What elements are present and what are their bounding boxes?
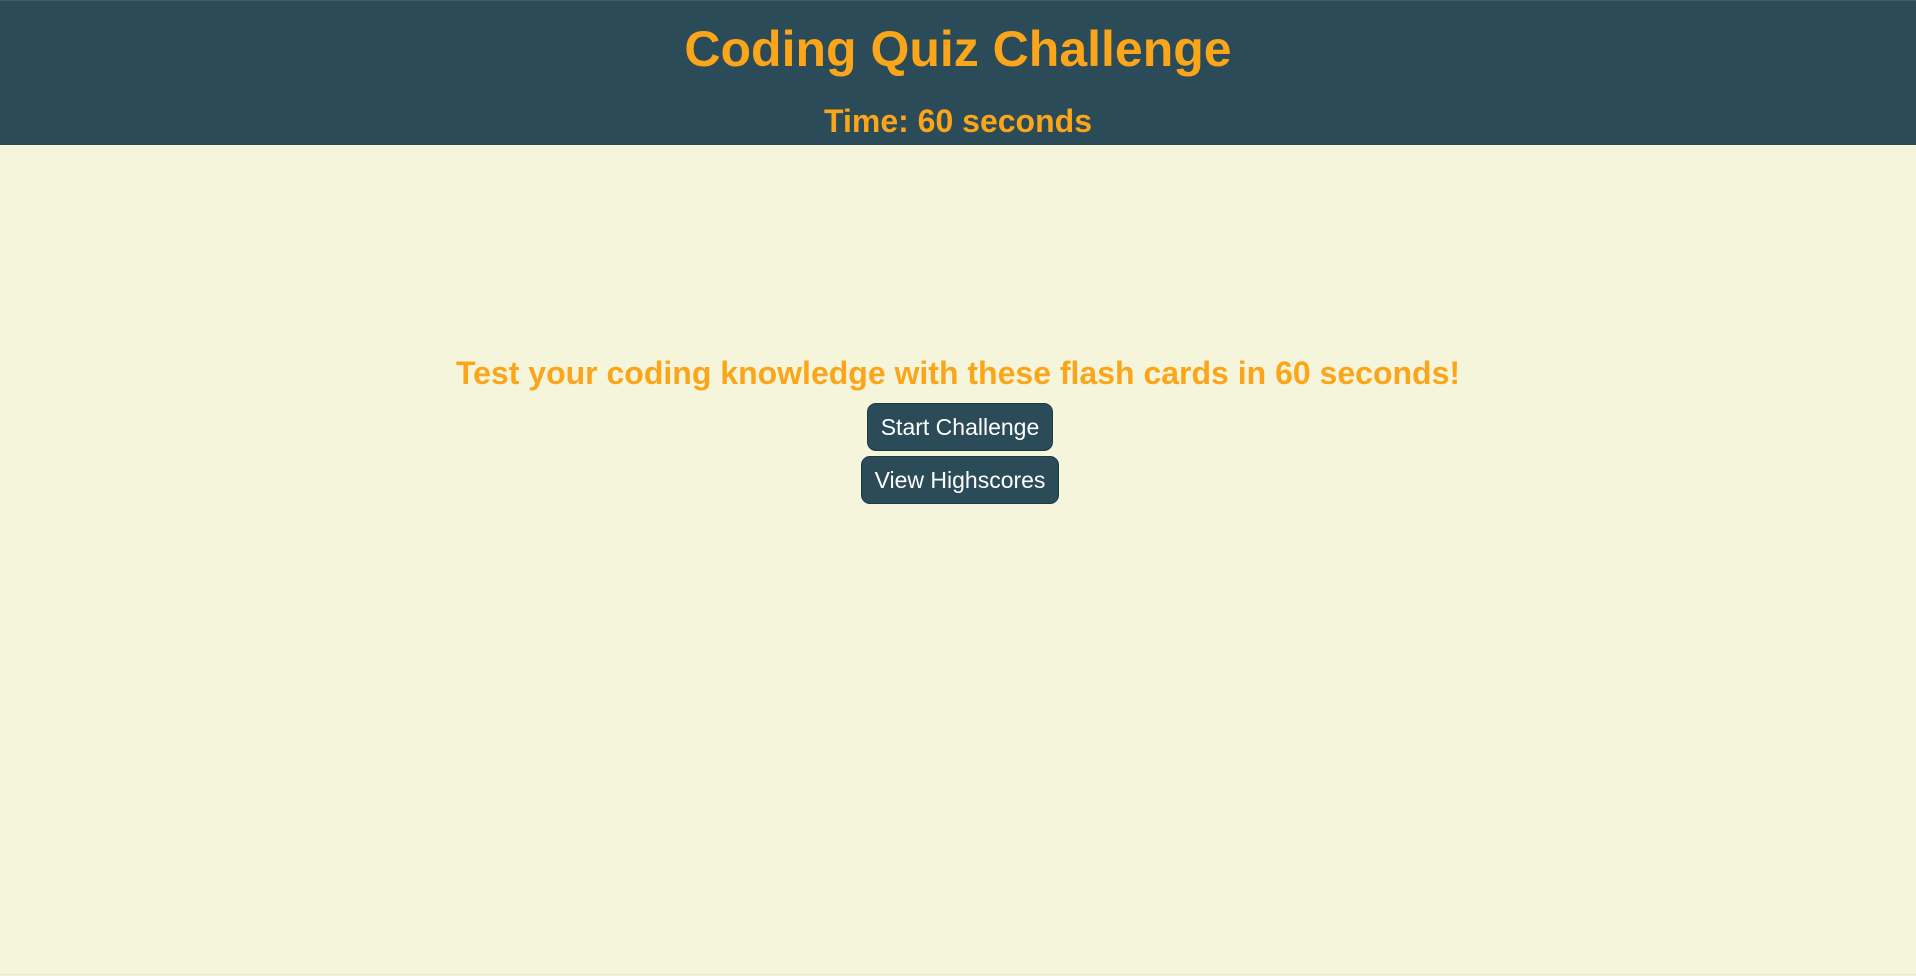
page-title: Coding Quiz Challenge: [684, 21, 1232, 77]
timer-display: Time: 60 seconds: [824, 103, 1092, 139]
start-challenge-button[interactable]: Start Challenge: [867, 403, 1053, 451]
view-highscores-button[interactable]: View Highscores: [861, 456, 1059, 504]
main-content: Test your coding knowledge with these fl…: [0, 145, 1916, 975]
intro-text: Test your coding knowledge with these fl…: [455, 355, 1461, 391]
page-header: Coding Quiz Challenge Time: 60 seconds: [0, 0, 1916, 145]
